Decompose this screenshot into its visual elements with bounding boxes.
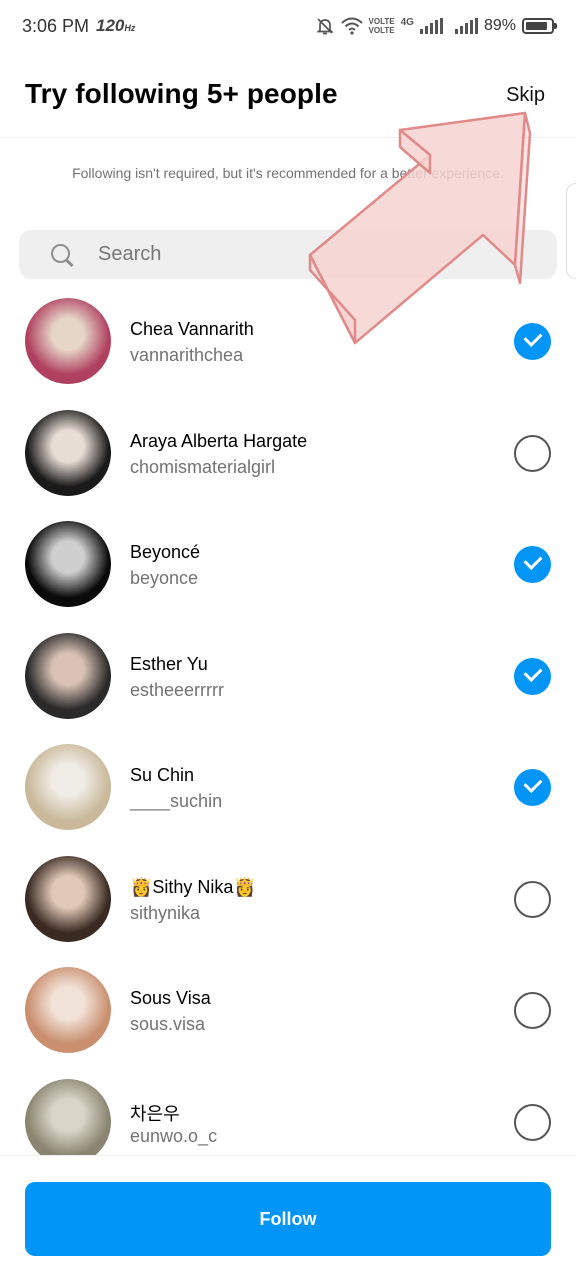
battery-icon <box>522 18 557 34</box>
avatar[interactable] <box>25 632 111 719</box>
person-name: Chea Vannarith <box>130 319 254 339</box>
refresh-rate-indicator: 120Hz <box>96 16 136 35</box>
search-bar[interactable] <box>19 230 557 279</box>
person-name: Su Chin <box>130 765 195 785</box>
follow-button[interactable]: Follow <box>25 1182 551 1256</box>
avatar[interactable] <box>25 855 111 942</box>
person-username: eunwo.o_c <box>130 1125 218 1146</box>
unselected-checkbox[interactable] <box>514 1103 551 1141</box>
list-item[interactable]: Esther Yu estheeerrrrr <box>0 620 576 732</box>
avatar[interactable] <box>25 409 111 496</box>
person-username: chomismaterialgirl <box>130 456 276 477</box>
subtitle: Following isn't required, but it's recom… <box>72 165 504 181</box>
search-icon <box>50 243 74 267</box>
unselected-checkbox[interactable] <box>514 992 551 1029</box>
signal-icon <box>419 18 443 34</box>
avatar[interactable] <box>25 744 111 830</box>
person-username: ____suchin <box>130 791 223 811</box>
person-name: 👸Sithy Nika👸 <box>130 876 256 897</box>
person-name: Sous Visa <box>130 988 211 1008</box>
avatar[interactable] <box>25 298 111 384</box>
status-time: 3:06 PM <box>22 16 90 36</box>
page-title: Try following 5+ people <box>25 78 338 109</box>
signal-icon <box>454 18 478 34</box>
person-username: vannarithchea <box>130 345 244 365</box>
skip-button[interactable]: Skip <box>506 84 545 107</box>
person-name: Esther Yu <box>130 653 208 674</box>
person-username: sous.visa <box>130 1014 206 1034</box>
battery-percent: 89% <box>483 17 516 34</box>
footer: Follow <box>0 1155 576 1280</box>
wifi-icon <box>340 17 363 35</box>
avatar[interactable] <box>25 967 111 1053</box>
status-bar: 3:06 PM 120Hz VOLTE VOLTE 4G 89% <box>0 0 576 52</box>
unselected-checkbox[interactable] <box>514 880 551 918</box>
person-name: Beyoncé <box>130 542 201 562</box>
avatar[interactable] <box>25 521 111 607</box>
side-panel-handle[interactable] <box>566 183 576 279</box>
suggested-people-list[interactable]: Chea Vannarith vannarithchea Araya Alberta… <box>0 285 576 1155</box>
network-type: 4G <box>400 16 414 28</box>
status-icons: VOLTE VOLTE 4G 89% <box>315 14 557 38</box>
mute-bell-icon <box>315 18 334 35</box>
person-username: sithynika <box>130 902 201 923</box>
list-item[interactable]: Sous Visa sous.visa <box>0 954 576 1066</box>
selected-checkbox[interactable] <box>514 323 551 360</box>
selected-checkbox[interactable] <box>514 657 551 695</box>
list-item[interactable]: Araya Alberta Hargate chomismaterialgirl <box>0 397 576 509</box>
person-username: estheeerrrrr <box>130 679 225 700</box>
selected-checkbox[interactable] <box>514 546 551 583</box>
search-input[interactable] <box>98 243 498 266</box>
person-name: 차은우 <box>130 1103 180 1124</box>
selected-checkbox[interactable] <box>514 769 551 806</box>
unselected-checkbox[interactable] <box>514 434 551 472</box>
list-item[interactable]: 차은우 eunwo.o_c <box>0 1066 576 1155</box>
volte-indicator: VOLTE VOLTE <box>368 17 395 35</box>
list-item[interactable]: 👸Sithy Nika👸 sithynika <box>0 843 576 955</box>
header: Try following 5+ people Skip <box>0 52 576 138</box>
list-item[interactable]: Chea Vannarith vannarithchea <box>0 285 576 397</box>
person-username: beyonce <box>130 568 199 588</box>
avatar[interactable] <box>25 1078 111 1155</box>
person-name: Araya Alberta Hargate <box>130 430 308 451</box>
list-item[interactable]: Beyoncé beyonce <box>0 508 576 620</box>
list-item[interactable]: Su Chin ____suchin <box>0 731 576 843</box>
